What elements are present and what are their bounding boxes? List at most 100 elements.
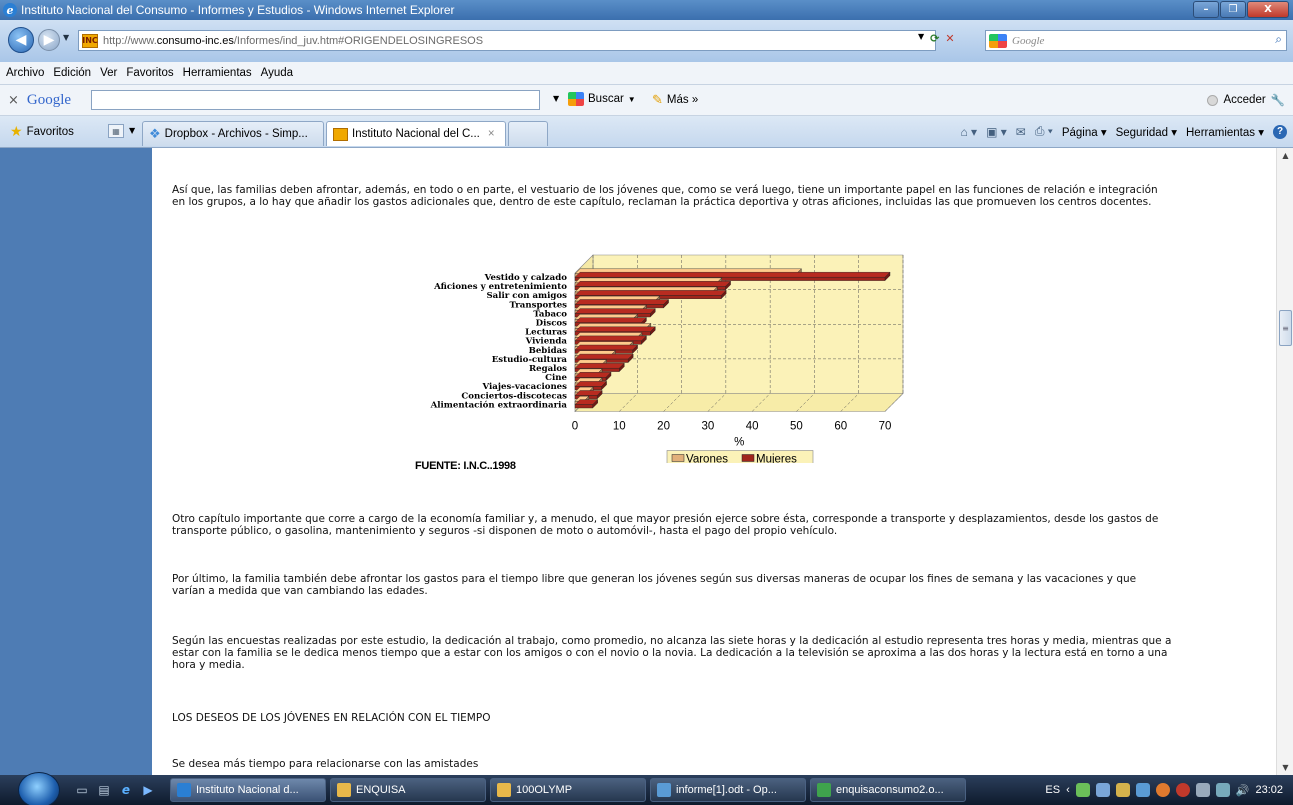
taskbar-ie-button[interactable]: Instituto Nacional d...	[170, 778, 326, 802]
favorites-button[interactable]: ★ Favoritos	[10, 123, 74, 140]
ie-quicklaunch-icon[interactable]: e	[118, 782, 134, 798]
print-icon[interactable]: ⎙ ▾	[1035, 124, 1053, 139]
scroll-thumb[interactable]: ≡	[1279, 310, 1292, 346]
taskbar-label: ENQUISA	[356, 784, 406, 796]
page-content: Así que, las familias deben afrontar, ad…	[0, 148, 1276, 775]
bar-top	[574, 290, 727, 296]
tabs-bar: ★ Favoritos ▦ ▼ ❖ Dropbox - Archivos - S…	[0, 116, 1293, 148]
bar-mujeres	[574, 404, 593, 409]
menu-ver[interactable]: Ver	[100, 67, 117, 79]
close-tab-icon[interactable]: ×	[488, 128, 495, 140]
tray-app-icon[interactable]	[1135, 783, 1150, 797]
section-heading: LOS DESEOS DE LOS JÓVENES EN RELACIÓN CO…	[172, 712, 491, 724]
search-icon[interactable]: ⌕	[1275, 32, 1282, 47]
tools-menu[interactable]: Herramientas ▾	[1186, 125, 1264, 139]
close-toolbar-icon[interactable]: ×	[8, 93, 19, 108]
legend-swatch	[671, 454, 685, 462]
wrench-icon[interactable]: 🔧	[1271, 93, 1285, 107]
ie-icon	[177, 783, 191, 797]
taskbar-label: enquisaconsumo2.o...	[836, 784, 944, 796]
show-hidden-icons-icon[interactable]: ‹	[1066, 784, 1070, 796]
google-more-button[interactable]: ✎ Más »	[652, 92, 698, 108]
quick-tabs-icon[interactable]: ▦	[108, 124, 124, 138]
stop-icon[interactable]: ✕	[945, 32, 954, 45]
google-icon	[568, 92, 584, 106]
power-icon[interactable]	[1195, 783, 1210, 797]
display-icon[interactable]	[1215, 783, 1230, 797]
x-tick-label: 40	[746, 421, 759, 433]
switch-windows-icon[interactable]: ▤	[96, 782, 112, 798]
media-player-icon[interactable]: ▶	[140, 782, 156, 798]
menu-herramientas[interactable]: Herramientas	[183, 67, 252, 79]
left-sidebar	[0, 148, 152, 775]
menu-favoritos[interactable]: Favoritos	[126, 67, 173, 79]
new-tab-button[interactable]	[508, 121, 548, 146]
feeds-icon[interactable]: ▣ ▾	[986, 125, 1007, 139]
search-box[interactable]: Google ⌕	[985, 30, 1287, 51]
taskbar-informe-button[interactable]: informe[1].odt - Op...	[650, 778, 806, 802]
signin-button[interactable]: Acceder 🔧	[1207, 93, 1285, 107]
refresh-icon[interactable]: ⟳	[930, 32, 939, 45]
address-bar[interactable]: INC http://www.consumo-inc.es/Informes/i…	[78, 30, 936, 51]
google-search-input[interactable]	[91, 90, 540, 110]
dropbox-icon: ❖	[149, 126, 161, 141]
antivirus-icon[interactable]	[1175, 783, 1190, 797]
tab-dropbox[interactable]: ❖ Dropbox - Archivos - Simp...	[142, 121, 324, 146]
bar-top	[574, 299, 670, 305]
tab-list-dropdown-icon[interactable]: ▼	[129, 126, 135, 135]
site-favicon-icon: INC	[82, 33, 98, 48]
paragraph-vestuario: Así que, las familias deben afrontar, ad…	[172, 184, 1158, 208]
tray-app-icon[interactable]	[1155, 783, 1170, 797]
help-icon[interactable]: ?	[1273, 124, 1287, 139]
search-placeholder: Google	[1012, 34, 1045, 47]
taskbar-enquisaconsumo-button[interactable]: enquisaconsumo2.o...	[810, 778, 966, 802]
network-icon[interactable]	[1075, 783, 1090, 797]
writer-doc-icon	[657, 783, 671, 797]
address-dropdown-icon[interactable]: ▼	[918, 32, 924, 45]
scroll-down-icon[interactable]: ▼	[1277, 760, 1293, 775]
menu-archivo[interactable]: Archivo	[6, 67, 44, 79]
google-search-button[interactable]: Buscar ▼	[568, 92, 636, 106]
maximize-button[interactable]: ❐	[1220, 1, 1246, 18]
minimize-button[interactable]: –	[1193, 1, 1219, 18]
tab-instituto[interactable]: Instituto Nacional del C... ×	[326, 121, 506, 146]
back-button[interactable]: ◀	[8, 27, 34, 53]
language-indicator[interactable]: ES	[1045, 784, 1060, 796]
forward-button[interactable]: ▶	[38, 29, 60, 51]
x-axis-label: %	[734, 437, 744, 449]
taskbar-enquisa-button[interactable]: ENQUISA	[330, 778, 486, 802]
tray-app-icon[interactable]	[1115, 783, 1130, 797]
page-menu[interactable]: Página ▾	[1062, 125, 1107, 139]
tray-app-icon[interactable]	[1095, 783, 1110, 797]
calc-doc-icon	[817, 783, 831, 797]
taskbar-100olymp-button[interactable]: 100OLYMP	[490, 778, 646, 802]
signin-label: Acceder	[1223, 94, 1266, 106]
google-search-label: Buscar	[588, 93, 624, 105]
bar-top	[574, 362, 625, 369]
clock[interactable]: 23:02	[1255, 784, 1283, 796]
security-menu[interactable]: Seguridad ▾	[1116, 125, 1177, 139]
google-dropdown-icon[interactable]: ▼	[553, 94, 559, 103]
show-desktop-icon[interactable]: ▭	[74, 782, 90, 798]
menu-edicion[interactable]: Edición	[53, 67, 91, 79]
volume-icon[interactable]: 🔊	[1236, 784, 1250, 797]
category-label: Alimentación extraordinaria	[430, 399, 568, 410]
history-dropdown-icon[interactable]: ▼	[63, 33, 69, 42]
vertical-scrollbar[interactable]: ▲ ≡ ▼	[1276, 148, 1293, 775]
bar-top	[574, 308, 656, 314]
mail-icon[interactable]: ✉	[1016, 125, 1026, 139]
paragraph-encuestas: Según las encuestas realizadas por este …	[172, 635, 1172, 671]
close-button[interactable]: X	[1247, 1, 1289, 18]
scroll-up-icon[interactable]: ▲	[1277, 148, 1293, 163]
x-tick-label: 0	[572, 421, 578, 433]
folder-icon	[497, 783, 511, 797]
star-icon: ★	[10, 123, 23, 139]
bar-top	[574, 372, 612, 378]
bar-top	[574, 381, 608, 387]
home-icon[interactable]: ⌂ ▾	[960, 125, 977, 139]
x-tick-label: 70	[879, 421, 892, 433]
paragraph-amistades: Se desea más tiempo para relacionarse co…	[172, 758, 479, 770]
legend-label: Mujeres	[756, 454, 797, 464]
menu-ayuda[interactable]: Ayuda	[261, 67, 293, 79]
start-button[interactable]	[18, 772, 60, 805]
